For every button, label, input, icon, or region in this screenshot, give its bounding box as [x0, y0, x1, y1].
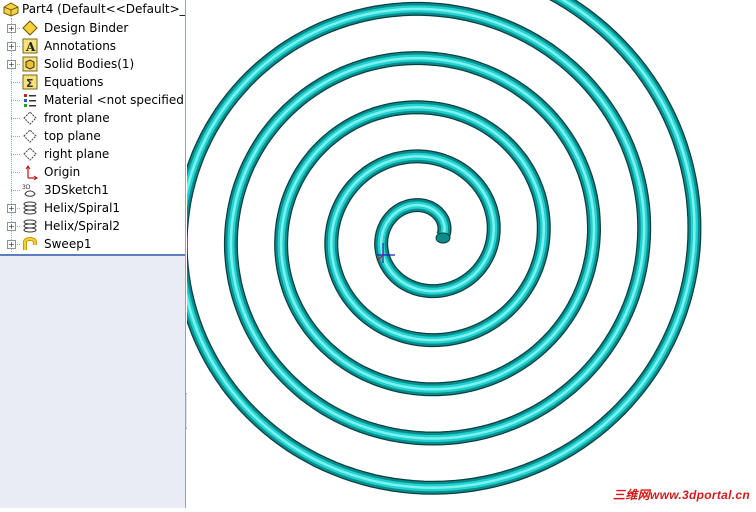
plane-icon	[21, 146, 39, 162]
tree-item-label: Annotations	[44, 39, 117, 53]
spiral-model	[173, 0, 702, 495]
svg-text:3D: 3D	[22, 184, 31, 191]
tree-item-label: front plane	[44, 111, 110, 125]
svg-text:A: A	[25, 40, 36, 54]
tree-item-label: Material <not specified>	[44, 93, 186, 107]
equations-icon: Σ	[21, 74, 39, 90]
expand-toggle[interactable]: +	[7, 60, 16, 69]
tree-connector-line	[11, 18, 12, 252]
graphics-viewport[interactable]	[173, 0, 756, 508]
plane-icon	[21, 128, 39, 144]
tree-item-label: Design Binder	[44, 21, 129, 35]
feature-manager-panel: Part4 (Default<<Default>_A + Design Bind…	[0, 0, 186, 508]
plane-icon	[21, 110, 39, 126]
tree-item-label: Helix/Spiral2	[44, 219, 121, 233]
sweep-icon	[21, 236, 39, 252]
tree-item-label: top plane	[44, 129, 101, 143]
expand-toggle[interactable]: +	[7, 222, 16, 231]
tree-item-label: Solid Bodies(1)	[44, 57, 135, 71]
tree-item-label: Equations	[44, 75, 104, 89]
expand-toggle[interactable]: +	[7, 204, 16, 213]
helix-icon	[21, 218, 39, 234]
svg-text:Σ: Σ	[26, 77, 34, 90]
helix-icon	[21, 200, 39, 216]
tree-item-label: 3DSketch1	[44, 183, 109, 197]
sketch3d-icon: 3D	[21, 182, 39, 198]
solid-bodies-icon	[21, 56, 39, 72]
tree-item-label: right plane	[44, 147, 110, 161]
spiral-end-cap	[435, 232, 451, 244]
expand-toggle[interactable]: +	[7, 42, 16, 51]
material-icon	[21, 92, 39, 108]
tree-item-label: Sweep1	[44, 237, 92, 251]
tree-item-label: Origin	[44, 165, 81, 179]
expand-toggle[interactable]: +	[7, 240, 16, 249]
tree-item-label: Helix/Spiral1	[44, 201, 121, 215]
watermark-text: 三维网www.3dportal.cn	[613, 488, 750, 502]
feature-tree: Part4 (Default<<Default>_A + Design Bind…	[0, 0, 185, 256]
annotations-icon: A	[21, 38, 39, 54]
binder-icon	[21, 20, 39, 36]
expand-toggle[interactable]: +	[7, 24, 16, 33]
origin-icon	[21, 164, 39, 180]
tree-root-label: Part4 (Default<<Default>_A	[22, 2, 186, 16]
part-icon	[2, 1, 20, 17]
